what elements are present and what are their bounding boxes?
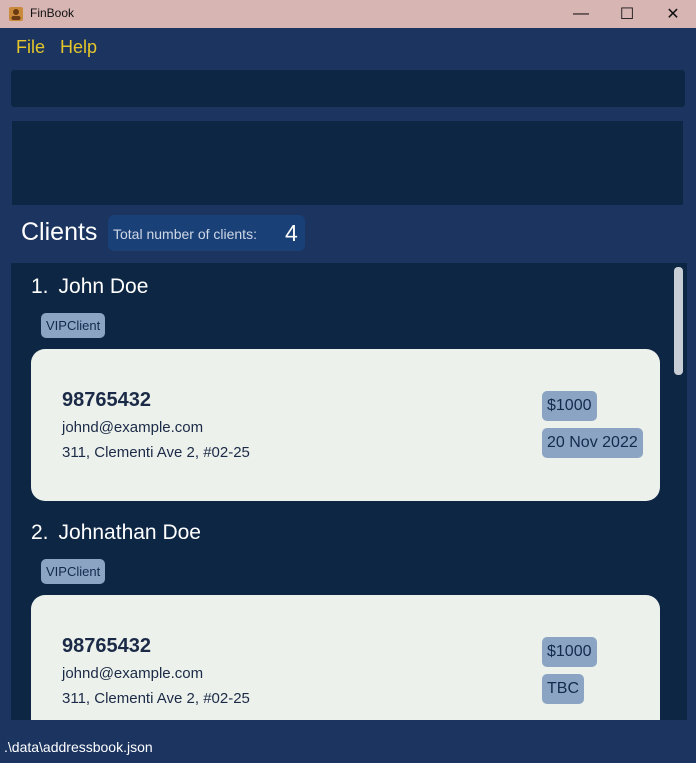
client-amount-chip: $1000: [542, 391, 597, 421]
minimize-icon: —: [573, 5, 589, 22]
status-file-path: .\data\addressbook.json: [4, 739, 153, 755]
maximize-button[interactable]: ☐: [604, 0, 650, 28]
client-index: 1.: [31, 275, 49, 298]
client-phone: 98765432: [62, 635, 151, 657]
window-title: FinBook: [30, 6, 75, 20]
maximize-icon: ☐: [619, 6, 635, 23]
command-input[interactable]: [11, 70, 685, 107]
minimize-button[interactable]: —: [558, 0, 604, 28]
app-icon: [9, 7, 23, 21]
client-phone: 98765432: [62, 389, 151, 411]
close-button[interactable]: ✕: [650, 0, 696, 28]
client-count-value: 4: [285, 220, 298, 246]
client-name-text: John Doe: [58, 275, 149, 298]
client-name: 2. Johnathan Doe: [31, 521, 201, 545]
client-count-badge: Total number of clients: 4: [108, 215, 305, 251]
clients-heading: Clients: [21, 218, 98, 246]
client-date-chip: TBC: [542, 674, 584, 704]
client-name: 1. John Doe: [31, 275, 148, 299]
menu-help[interactable]: Help: [60, 37, 97, 58]
result-display: [12, 121, 683, 205]
client-count-label: Total number of clients:: [113, 226, 257, 242]
close-icon: ✕: [666, 6, 680, 23]
client-list[interactable]: 1. John Doe VIPClient 98765432 johnd@exam…: [11, 263, 687, 720]
menu-bar: File Help: [0, 28, 696, 66]
client-card[interactable]: 98765432 johnd@example.com 311, Clementi…: [31, 349, 660, 501]
scrollbar-thumb[interactable]: [674, 267, 683, 375]
title-bar: FinBook — ☐ ✕: [0, 0, 696, 28]
client-amount-chip: $1000: [542, 637, 597, 667]
client-card[interactable]: 98765432 johnd@example.com 311, Clementi…: [31, 595, 660, 720]
client-email: johnd@example.com: [62, 419, 204, 436]
client-date-chip: 20 Nov 2022: [542, 428, 643, 458]
menu-file[interactable]: File: [16, 37, 45, 58]
client-name-text: Johnathan Doe: [58, 521, 201, 544]
client-index: 2.: [31, 521, 49, 544]
client-address: 311, Clementi Ave 2, #02-25: [62, 444, 250, 461]
client-tag: VIPClient: [41, 313, 106, 338]
client-tag: VIPClient: [41, 559, 106, 584]
client-email: johnd@example.com: [62, 665, 204, 682]
status-bar: .\data\addressbook.json: [0, 720, 696, 763]
client-address: 311, Clementi Ave 2, #02-25: [62, 690, 250, 707]
